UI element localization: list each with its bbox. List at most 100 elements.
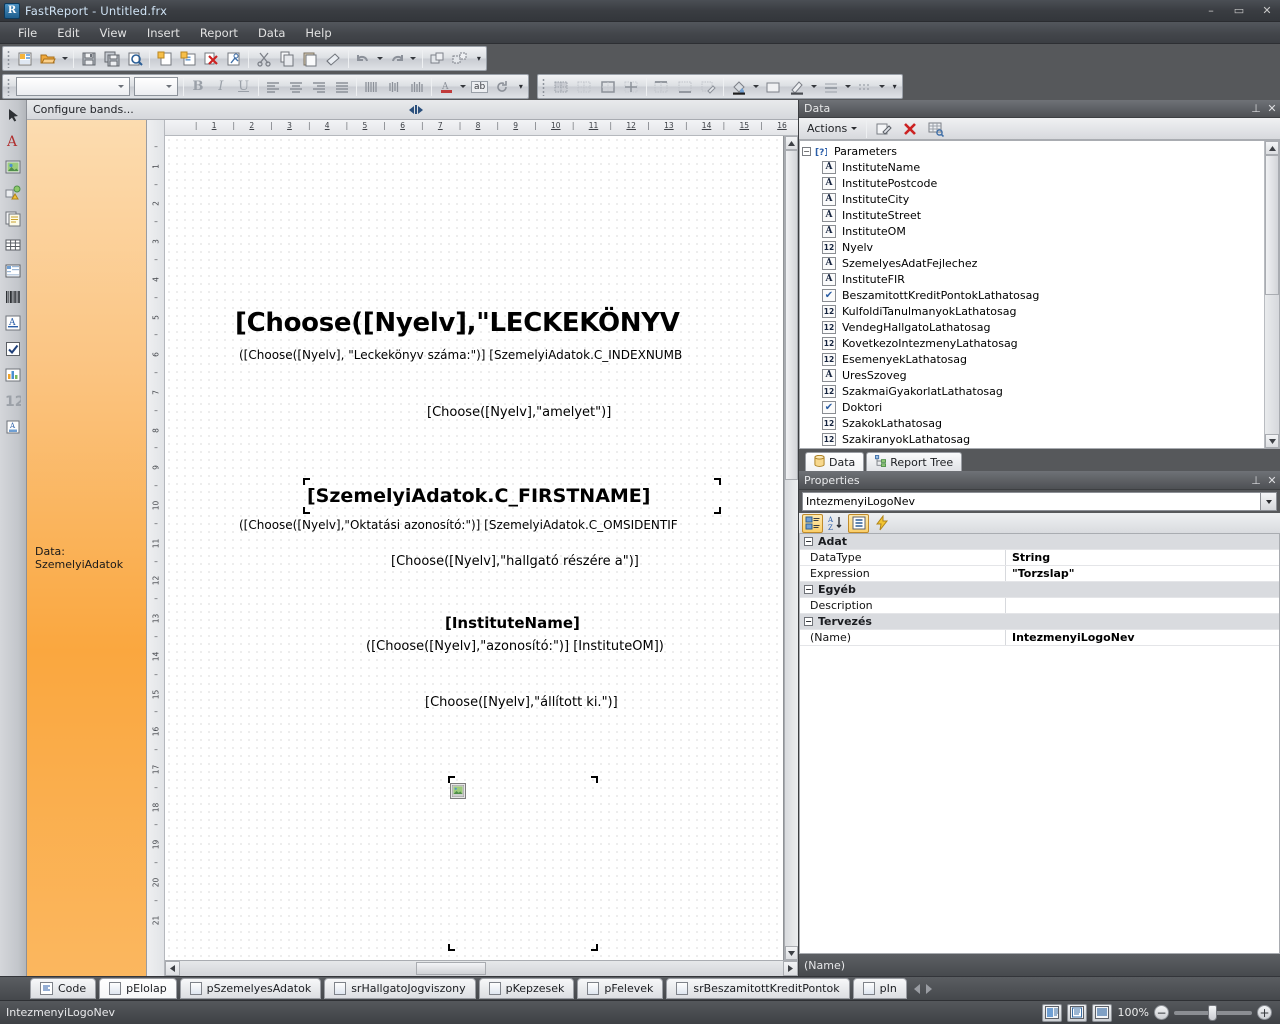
redo-button[interactable]: [386, 48, 407, 69]
border-outside-button[interactable]: [597, 76, 618, 97]
property-group-header[interactable]: − Adat: [800, 534, 1279, 550]
save-all-button[interactable]: [101, 48, 122, 69]
chart-tool[interactable]: [1, 363, 25, 387]
tree-node-parameter[interactable]: 12 SzakokLathatosag: [802, 415, 1264, 431]
undo-dropdown[interactable]: [375, 48, 385, 69]
bold-button[interactable]: B: [188, 76, 209, 97]
paste-button[interactable]: [300, 48, 321, 69]
group-button[interactable]: [427, 48, 448, 69]
page-tab-pin[interactable]: pIn: [852, 978, 907, 999]
text-tool[interactable]: A: [1, 129, 25, 153]
number-tool[interactable]: 12: [1, 389, 25, 413]
underline-button[interactable]: U: [233, 76, 254, 97]
delete-page-button[interactable]: [200, 48, 221, 69]
save-button[interactable]: [78, 48, 99, 69]
chevron-down-icon[interactable]: [1260, 493, 1276, 510]
menu-help[interactable]: Help: [295, 23, 341, 43]
reset-format-button[interactable]: [492, 76, 513, 97]
subreport-tool[interactable]: [1, 207, 25, 231]
canvas-horizontal-scrollbar[interactable]: [165, 960, 798, 976]
barcode-tool[interactable]: [1, 285, 25, 309]
zoom-in-button[interactable]: +: [1257, 1005, 1272, 1020]
toolbar-grip[interactable]: [6, 49, 12, 68]
page-tab-srbeszamitottkreditpontok[interactable]: srBeszamitottKreditPontok: [666, 978, 850, 999]
scroll-right-button[interactable]: [783, 961, 798, 976]
open-report-button[interactable]: [38, 48, 59, 69]
border-none-button[interactable]: [573, 76, 594, 97]
alphabetical-view-button[interactable]: AZ: [825, 514, 846, 533]
toolbar-grip[interactable]: [6, 77, 12, 96]
pin-icon[interactable]: ⊥: [1248, 474, 1264, 487]
close-icon[interactable]: ✕: [1264, 102, 1280, 115]
line-color-button[interactable]: [786, 76, 807, 97]
property-group-header[interactable]: − Egyéb: [800, 582, 1279, 598]
scroll-track[interactable]: [180, 961, 783, 976]
celltext-tool[interactable]: A: [1, 415, 25, 439]
report-page-canvas[interactable]: [Choose([Nyelv],"LECKEKÖNYV ([Choose([Ny…: [165, 136, 784, 960]
tree-node-parameter[interactable]: A InstituteFIR: [802, 271, 1264, 287]
select-tool[interactable]: [1, 103, 25, 127]
properties-view-button[interactable]: [848, 513, 869, 533]
tree-node-parameter[interactable]: A InstituteStreet: [802, 207, 1264, 223]
tree-node-parameter[interactable]: 12 KulfoldiTanulmanyokLathatosag: [802, 303, 1264, 319]
table-tool[interactable]: [1, 233, 25, 257]
toolbar-overflow-button[interactable]: ▾: [515, 75, 527, 98]
institute-om-text[interactable]: ([Choose([Nyelv],"azonosító:")] [Institu…: [366, 639, 664, 654]
tree-node-parameter[interactable]: A UresSzoveg: [802, 367, 1264, 383]
menu-edit[interactable]: Edit: [47, 23, 89, 43]
property-value[interactable]: "Torzslap": [1006, 566, 1279, 581]
report-title-text[interactable]: [Choose([Nyelv],"LECKEKÖNYV: [235, 308, 680, 338]
border-bottom-button[interactable]: [674, 76, 695, 97]
tree-node-parameter[interactable]: 12 VendegHallgatoLathatosag: [802, 319, 1264, 335]
minimize-button[interactable]: –: [1202, 2, 1220, 20]
page-tab-code[interactable]: Code: [30, 978, 97, 999]
pin-icon[interactable]: ⊥: [1248, 102, 1264, 115]
page-tab-pszemelyesadatok[interactable]: pSzemelyesAdatok: [179, 978, 322, 999]
hallgato-reszere-text[interactable]: [Choose([Nyelv],"hallgató részére a")]: [391, 554, 639, 569]
view-one-page-button[interactable]: [1042, 1003, 1062, 1022]
align-right-button[interactable]: [308, 76, 329, 97]
toolbar-grip[interactable]: [541, 77, 547, 96]
collapse-icon[interactable]: −: [804, 617, 813, 626]
tab-scroll-right-icon[interactable]: [925, 983, 932, 994]
close-button[interactable]: ✕: [1258, 2, 1276, 20]
border-all-button[interactable]: [550, 76, 571, 97]
menu-report[interactable]: Report: [190, 23, 248, 43]
property-value[interactable]: String: [1006, 550, 1279, 565]
tree-node-parameter[interactable]: 12 Nyelv: [802, 239, 1264, 255]
institute-name-text[interactable]: [InstituteName]: [445, 614, 580, 632]
property-value[interactable]: [1006, 598, 1279, 613]
fill-color-dropdown[interactable]: [751, 76, 762, 97]
zoom-slider-thumb[interactable]: [1208, 1004, 1217, 1021]
logo-selection[interactable]: [448, 776, 598, 806]
canvas-vertical-scrollbar[interactable]: [784, 136, 798, 960]
tab-data[interactable]: Data: [805, 452, 865, 471]
page-tab-srhallgatojogviszony[interactable]: srHallgatoJogviszony: [324, 978, 476, 999]
view-two-page-button[interactable]: [1067, 1003, 1087, 1022]
menu-file[interactable]: File: [8, 23, 47, 43]
page-tab-pelolap[interactable]: pElolap: [99, 978, 177, 999]
italic-button[interactable]: I: [210, 76, 231, 97]
line-style-dropdown[interactable]: [877, 76, 888, 97]
new-dialog-button[interactable]: [177, 48, 198, 69]
property-row[interactable]: (Name) IntezmenyiLogoNev: [800, 630, 1279, 646]
line-width-button[interactable]: [820, 76, 841, 97]
omidentifier-text[interactable]: ([Choose([Nyelv],"Oktatási azonosító:")]…: [239, 518, 678, 532]
preview-button[interactable]: [124, 48, 145, 69]
ungroup-button[interactable]: [450, 48, 471, 69]
collapse-icon[interactable]: −: [804, 585, 813, 594]
index-number-text[interactable]: ([Choose([Nyelv], "Leckekönyv száma:")] …: [239, 348, 682, 362]
richtext-tool[interactable]: A: [1, 311, 25, 335]
collapse-icon[interactable]: −: [804, 537, 813, 546]
view-list-button[interactable]: [1092, 1003, 1112, 1022]
choose-data-button[interactable]: [925, 118, 947, 139]
amelyet-text[interactable]: [Choose([Nyelv],"amelyet")]: [427, 405, 611, 420]
page-tab-pfelevek[interactable]: pFelevek: [577, 978, 664, 999]
page-tab-pkepzesek[interactable]: pKepzesek: [478, 978, 575, 999]
scroll-thumb[interactable]: [416, 962, 486, 975]
property-row[interactable]: Description: [800, 598, 1279, 614]
page-settings-button[interactable]: [223, 48, 244, 69]
border-inside-button[interactable]: [620, 76, 641, 97]
menu-data[interactable]: Data: [248, 23, 295, 43]
tree-node-parameter[interactable]: ✔ Doktori: [802, 399, 1264, 415]
